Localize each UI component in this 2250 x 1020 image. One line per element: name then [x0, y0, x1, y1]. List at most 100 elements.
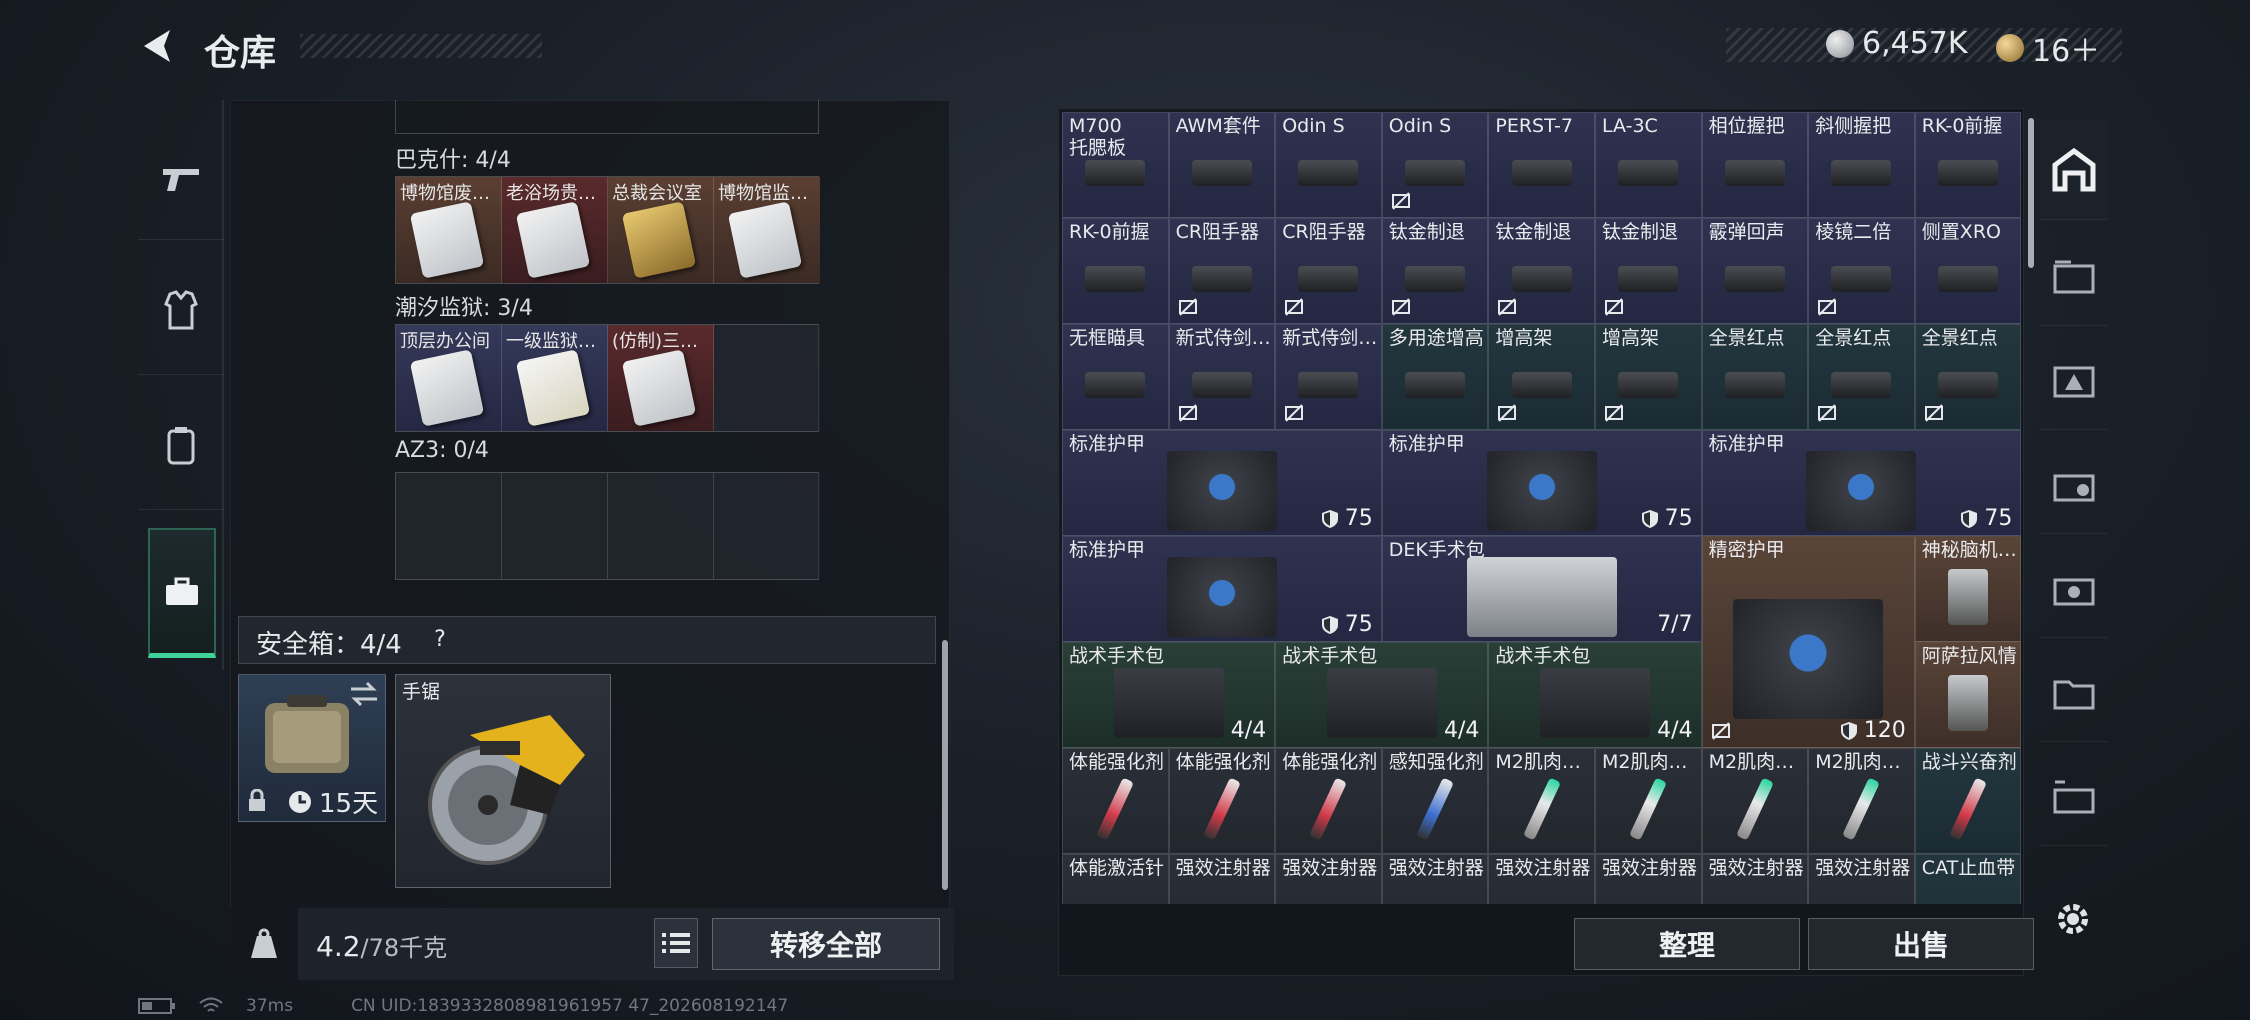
filter-all[interactable]	[2040, 120, 2108, 220]
rail-backpack[interactable]	[138, 380, 224, 510]
keycard-slot[interactable]: 顶层办公间	[396, 325, 502, 431]
filter-3[interactable]	[2040, 434, 2108, 534]
filter-6[interactable]	[2040, 746, 2108, 846]
inventory-item[interactable]: 战术手术包 4/4	[1062, 642, 1276, 748]
gear-icon[interactable]	[2052, 898, 2094, 940]
inventory-item[interactable]: DEK手术包 7/7	[1381, 536, 1702, 642]
filter-1[interactable]	[2040, 226, 2108, 326]
rail-safebox[interactable]	[148, 528, 216, 658]
inventory-item[interactable]: 强效注射器	[1701, 854, 1809, 904]
filter-5[interactable]	[2040, 642, 2108, 742]
inventory-item[interactable]: 全景红点	[1701, 324, 1809, 430]
inventory-item[interactable]: CAT止血带	[1914, 854, 2022, 904]
back-arrow-icon[interactable]	[138, 26, 178, 66]
keycard-slot[interactable]: 博物馆废…	[396, 177, 502, 283]
inventory-item[interactable]: 相位握把	[1701, 112, 1809, 218]
inventory-item[interactable]: 阿萨拉风情	[1914, 642, 2022, 748]
inventory-item[interactable]: RK-0前握	[1062, 218, 1169, 324]
inventory-item[interactable]: LA-3C	[1595, 112, 1702, 218]
inventory-item[interactable]: PERST-7	[1488, 112, 1595, 218]
rack-icon	[2053, 260, 2095, 293]
inventory-item[interactable]: 新式侍剑…	[1275, 324, 1382, 430]
inventory-item[interactable]: 强效注射器	[1595, 854, 1702, 904]
item-name: 强效注射器	[1175, 857, 1271, 879]
weight-icon	[230, 908, 298, 980]
inventory-item[interactable]: 战术手术包 4/4	[1488, 642, 1702, 748]
filter-2[interactable]	[2040, 330, 2108, 430]
inventory-item[interactable]: CR阻手器	[1275, 218, 1382, 324]
inventory-item[interactable]: 多用途增高	[1381, 324, 1489, 430]
inventory-item[interactable]: 强效注射器	[1808, 854, 1915, 904]
safe-case-icon	[265, 695, 349, 773]
inventory-item[interactable]: Odin S	[1381, 112, 1489, 218]
inventory-item[interactable]: 钛金制退	[1595, 218, 1702, 324]
inventory-item[interactable]: 标准护甲 75	[1062, 430, 1382, 536]
inventory-item[interactable]: 精密护甲 120	[1701, 536, 1915, 748]
inventory-scrollbar[interactable]	[2028, 118, 2034, 268]
inventory-item[interactable]: 强效注射器	[1488, 854, 1595, 904]
rail-armor[interactable]	[138, 245, 224, 375]
inventory-item[interactable]: 标准护甲 75	[1701, 430, 2022, 536]
inventory-item[interactable]: M2肌肉…	[1595, 748, 1702, 854]
item-name: 强效注射器	[1282, 857, 1378, 879]
inventory-item[interactable]: 全景红点	[1808, 324, 1915, 430]
keycard-slot[interactable]: 老浴场贵…	[502, 177, 608, 283]
inventory-item[interactable]: 标准护甲 75	[1381, 430, 1702, 536]
inventory-item[interactable]: 感知强化剂	[1381, 748, 1489, 854]
inventory-item[interactable]: 钛金制退	[1381, 218, 1489, 324]
item-icon	[1938, 372, 1999, 399]
swap-icon[interactable]	[349, 681, 379, 707]
inventory-item[interactable]: M2肌肉…	[1488, 748, 1595, 854]
filter-4[interactable]	[2040, 538, 2108, 638]
inventory-item[interactable]: CR阻手器	[1168, 218, 1276, 324]
inventory-item[interactable]: 体能强化剂	[1275, 748, 1382, 854]
sell-button[interactable]: 出售	[1808, 918, 2034, 970]
inventory-item[interactable]: 神秘脑机…	[1914, 536, 2022, 642]
item-name: AWM套件	[1175, 115, 1261, 137]
hand-saw-slot[interactable]: 手锯	[395, 674, 611, 888]
item-icon	[1618, 160, 1679, 187]
keycard-slot[interactable]: 博物馆监…	[714, 177, 820, 283]
inventory-item[interactable]: 体能激活针	[1062, 854, 1169, 904]
sort-button[interactable]: 整理	[1574, 918, 1800, 970]
inventory-item[interactable]: 体能强化剂	[1062, 748, 1169, 854]
inventory-item[interactable]: 标准护甲 75	[1062, 536, 1382, 642]
help-icon[interactable]: ?	[425, 624, 455, 654]
inventory-item[interactable]: 战术手术包 4/4	[1275, 642, 1489, 748]
inventory-item[interactable]: 战斗兴奋剂	[1914, 748, 2022, 854]
item-name: 新式侍剑…	[1175, 327, 1271, 349]
inventory-item[interactable]: M2肌肉…	[1808, 748, 1915, 854]
rail-weapons[interactable]	[138, 120, 224, 240]
inventory-item[interactable]: 无框瞄具	[1062, 324, 1169, 430]
inventory-item[interactable]: 霰弹回声	[1701, 218, 1809, 324]
syringe-icon	[1416, 777, 1455, 841]
keycard-slot[interactable]: 总裁会议室	[608, 177, 714, 283]
inventory-item[interactable]: 斜侧握把	[1808, 112, 1915, 218]
inventory-item[interactable]: 新式侍剑…	[1168, 324, 1276, 430]
inventory-item[interactable]: 增高架	[1488, 324, 1595, 430]
inventory-item[interactable]: 全景红点	[1914, 324, 2022, 430]
inventory-item[interactable]: RK-0前握	[1914, 112, 2022, 218]
safe-case-slot[interactable]: 15天	[238, 674, 386, 822]
inventory-item[interactable]: Odin S	[1275, 112, 1382, 218]
inventory-item[interactable]: 体能强化剂	[1168, 748, 1276, 854]
inventory-item[interactable]: 强效注射器	[1381, 854, 1489, 904]
premium-currency[interactable]: 16＋	[1996, 26, 2100, 70]
inventory-item[interactable]: AWM套件	[1168, 112, 1276, 218]
item-name: 强效注射器	[1602, 857, 1698, 879]
keycard-icon	[621, 349, 697, 427]
inventory-item[interactable]: 强效注射器	[1275, 854, 1382, 904]
keycard-slot[interactable]: 一级监狱…	[502, 325, 608, 431]
inventory-item[interactable]: 侧置XRO	[1914, 218, 2022, 324]
inventory-item[interactable]: M2肌肉…	[1701, 748, 1809, 854]
inventory-item[interactable]: 棱镜二倍	[1808, 218, 1915, 324]
inventory-item[interactable]: 强效注射器	[1168, 854, 1276, 904]
transfer-all-button[interactable]: 转移全部	[712, 918, 940, 970]
left-scrollbar[interactable]	[942, 640, 948, 890]
inventory-item[interactable]: 钛金制退	[1488, 218, 1595, 324]
keycard-slot[interactable]: (仿制)三…	[608, 325, 714, 431]
item-icon	[1486, 451, 1597, 532]
list-view-button[interactable]	[654, 918, 698, 968]
inventory-item[interactable]: 增高架	[1595, 324, 1702, 430]
inventory-item[interactable]: M700 托腮板	[1062, 112, 1169, 218]
